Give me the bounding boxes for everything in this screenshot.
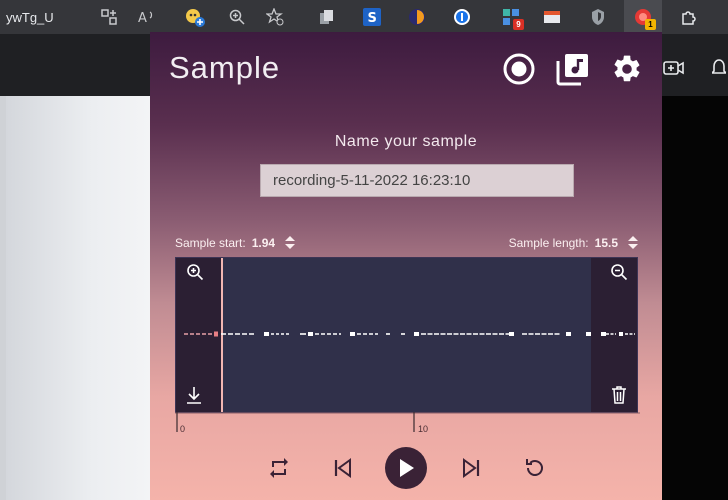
name-sample-label: Name your sample [334, 133, 478, 150]
zoom-in-button[interactable] [185, 262, 205, 282]
record-button[interactable] [502, 52, 536, 86]
sample-start-control: Sample start: 1.94 [175, 236, 296, 250]
download-icon [187, 387, 201, 404]
skip-next-icon [463, 458, 480, 478]
music-library-icon [556, 54, 588, 86]
sample-name-input[interactable] [260, 164, 574, 197]
extension-badge: 9 [513, 19, 524, 30]
svg-text:A: A [138, 11, 147, 25]
extension-blocks-icon[interactable]: 9 [500, 6, 524, 30]
recorder-extension-icon[interactable]: 1 [632, 6, 656, 30]
popup-title: Sample [169, 50, 281, 85]
reset-button[interactable] [520, 448, 550, 488]
sample-length-value: 15.5 [594, 236, 618, 250]
sample-length-label: Sample length: [508, 236, 589, 250]
zoom-icon[interactable] [226, 6, 248, 28]
sample-start-stepper[interactable] [285, 236, 296, 250]
extension-add-icon[interactable] [184, 6, 206, 28]
video-add-icon[interactable] [662, 58, 686, 83]
recorder-badge: 1 [645, 19, 656, 30]
extension-s-icon[interactable]: S [361, 6, 383, 28]
extensions-puzzle-icon[interactable] [678, 6, 700, 28]
collections-icon[interactable] [316, 6, 338, 28]
waveform-editor[interactable] [175, 257, 638, 413]
timeline-tick-0: 0 [180, 424, 186, 434]
repeat-icon [270, 458, 288, 478]
skip-previous-icon [334, 458, 351, 478]
settings-button[interactable] [610, 52, 644, 86]
bell-icon[interactable] [710, 58, 728, 83]
sample-popup: Sample Name your sample Sample start: 1.… [150, 32, 662, 500]
password-manager-icon[interactable] [451, 6, 473, 28]
split-screen-icon[interactable] [98, 6, 120, 28]
zoom-in-icon [187, 264, 204, 281]
read-aloud-icon[interactable]: A [136, 6, 158, 28]
background-page-right [662, 96, 728, 500]
undo-icon [526, 459, 543, 476]
extension-orange-icon[interactable] [406, 6, 428, 28]
gear-icon [614, 55, 640, 82]
library-button[interactable] [556, 52, 590, 86]
sample-length-stepper[interactable] [628, 236, 638, 250]
zoom-out-icon [611, 264, 628, 281]
record-icon [503, 53, 535, 85]
delete-button[interactable] [609, 385, 629, 405]
browser-toolbar: ywTg_U A S 9 1 [0, 0, 728, 34]
background-page-content [0, 96, 150, 500]
play-icon [400, 459, 414, 477]
skip-start-button[interactable] [328, 448, 358, 488]
loop-button[interactable] [264, 448, 294, 488]
timeline-tick-10: 10 [418, 424, 429, 434]
sample-length-control: Sample length: 15.5 [509, 236, 638, 250]
shield-icon[interactable] [587, 6, 609, 28]
favorites-add-icon[interactable] [264, 6, 286, 28]
sample-start-label: Sample start: [175, 236, 246, 250]
timeline-ruler [175, 412, 640, 432]
waveform-line [184, 331, 635, 337]
svg-text:S: S [368, 11, 377, 26]
trash-icon [612, 386, 626, 404]
skip-end-button[interactable] [456, 448, 486, 488]
download-button[interactable] [184, 385, 204, 405]
tab-window-icon[interactable] [541, 6, 563, 28]
zoom-out-button[interactable] [609, 262, 629, 282]
address-fragment[interactable]: ywTg_U [6, 10, 54, 25]
sample-start-value: 1.94 [251, 236, 276, 250]
play-button[interactable] [385, 447, 427, 489]
